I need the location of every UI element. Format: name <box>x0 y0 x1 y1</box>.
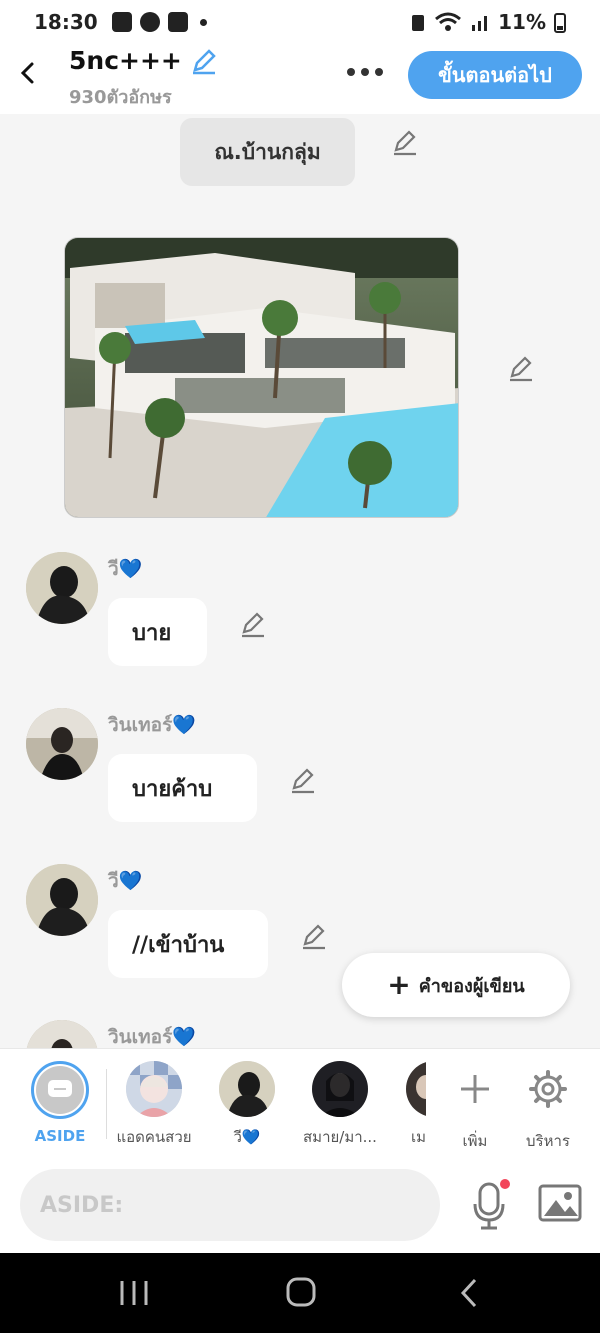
avatar <box>312 1061 368 1117</box>
avatar[interactable] <box>26 708 98 780</box>
avatar <box>126 1061 182 1117</box>
avatar[interactable] <box>26 552 98 624</box>
username: วี💙 <box>108 870 143 892</box>
microphone-icon[interactable] <box>470 1178 510 1234</box>
message-bubble[interactable]: บาย <box>108 598 207 666</box>
character-count: 930ตัวอักษร <box>69 87 172 108</box>
username: วินเทอร์💙 <box>108 1026 196 1048</box>
next-step-button[interactable]: ขั้นตอนต่อไป <box>408 51 582 99</box>
character-item[interactable]: แอดคนสวย <box>109 1061 199 1149</box>
gallery-notification-icon <box>111 12 132 32</box>
messenger-notification-icon <box>139 12 160 32</box>
more-options-button[interactable] <box>347 68 383 76</box>
avatar <box>219 1061 275 1117</box>
system-nav-bar <box>0 1253 600 1333</box>
character-label: ASIDE <box>34 1127 86 1145</box>
character-label: เม <box>410 1128 426 1146</box>
signal-icon <box>472 16 488 31</box>
gear-icon <box>529 1070 567 1108</box>
manage-button[interactable]: บริหาร <box>503 1061 593 1153</box>
character-label: วี💙 <box>233 1128 261 1146</box>
edit-icon[interactable] <box>300 922 328 950</box>
narration-icon <box>48 1080 72 1097</box>
edit-icon[interactable] <box>239 610 267 638</box>
divider <box>106 1069 107 1139</box>
edit-icon[interactable] <box>507 354 535 382</box>
more-dot-icon <box>375 68 383 76</box>
character-aside[interactable]: ASIDE <box>15 1061 105 1145</box>
more-dot-icon <box>361 68 369 76</box>
story-title: 5nc+++ <box>69 46 182 75</box>
manage-label: บริหาร <box>526 1132 570 1150</box>
more-dot-icon <box>347 68 355 76</box>
wifi-icon <box>435 12 462 31</box>
avatar <box>406 1061 426 1117</box>
username: วินเทอร์💙 <box>108 714 196 736</box>
back-button[interactable] <box>14 58 44 88</box>
app-header: 5nc+++ 930ตัวอักษร ขั้นตอนต่อไป <box>0 44 600 114</box>
message-bubble[interactable]: บายค้าบ <box>108 754 257 822</box>
status-time: 18:30 <box>34 10 98 34</box>
character-item[interactable]: เม <box>388 1061 426 1149</box>
image-icon[interactable] <box>538 1184 582 1224</box>
home-button[interactable] <box>281 1275 321 1311</box>
chat-area: ณ.บ้านกลุ่ม วี💙 บาย วินเทอร์💙 บายค้าบ วี… <box>0 114 600 1048</box>
avatar[interactable] <box>26 1020 98 1048</box>
battery-icon <box>554 13 566 33</box>
back-nav-button[interactable] <box>450 1275 490 1311</box>
battery-saver-icon <box>412 15 425 31</box>
author-note-button[interactable]: + คำของผู้เขียน <box>342 953 570 1017</box>
edit-title-icon[interactable] <box>190 47 218 75</box>
youtube-notification-icon <box>167 12 188 32</box>
status-bar: 18:30 11% <box>0 0 600 44</box>
username: วี💙 <box>108 558 143 580</box>
character-label: แอดคนสวย <box>116 1128 192 1146</box>
edit-icon[interactable] <box>391 128 419 156</box>
message-input[interactable] <box>20 1169 440 1241</box>
battery-level: 11% <box>498 10 546 34</box>
character-bar: ASIDE แอดคนสวย วี💙 สมาย/มา... เม เพิ่ม บ… <box>0 1048 600 1158</box>
avatar[interactable] <box>26 864 98 936</box>
character-label: สมาย/มา... <box>303 1128 377 1146</box>
plus-icon: + <box>387 968 411 1001</box>
message-bubble[interactable]: //เข้าบ้าน <box>108 910 268 978</box>
more-notifications-icon <box>199 18 207 26</box>
recent-apps-button[interactable] <box>114 1275 154 1311</box>
input-bar <box>0 1158 600 1253</box>
narration-bubble[interactable]: ณ.บ้านกลุ่ม <box>180 118 355 186</box>
character-item[interactable]: วี💙 <box>202 1061 292 1149</box>
plus-icon <box>461 1075 489 1103</box>
character-item[interactable]: สมาย/มา... <box>295 1061 385 1149</box>
villa-image[interactable] <box>64 237 459 518</box>
author-note-label: คำของผู้เขียน <box>418 975 525 997</box>
edit-icon[interactable] <box>289 766 317 794</box>
